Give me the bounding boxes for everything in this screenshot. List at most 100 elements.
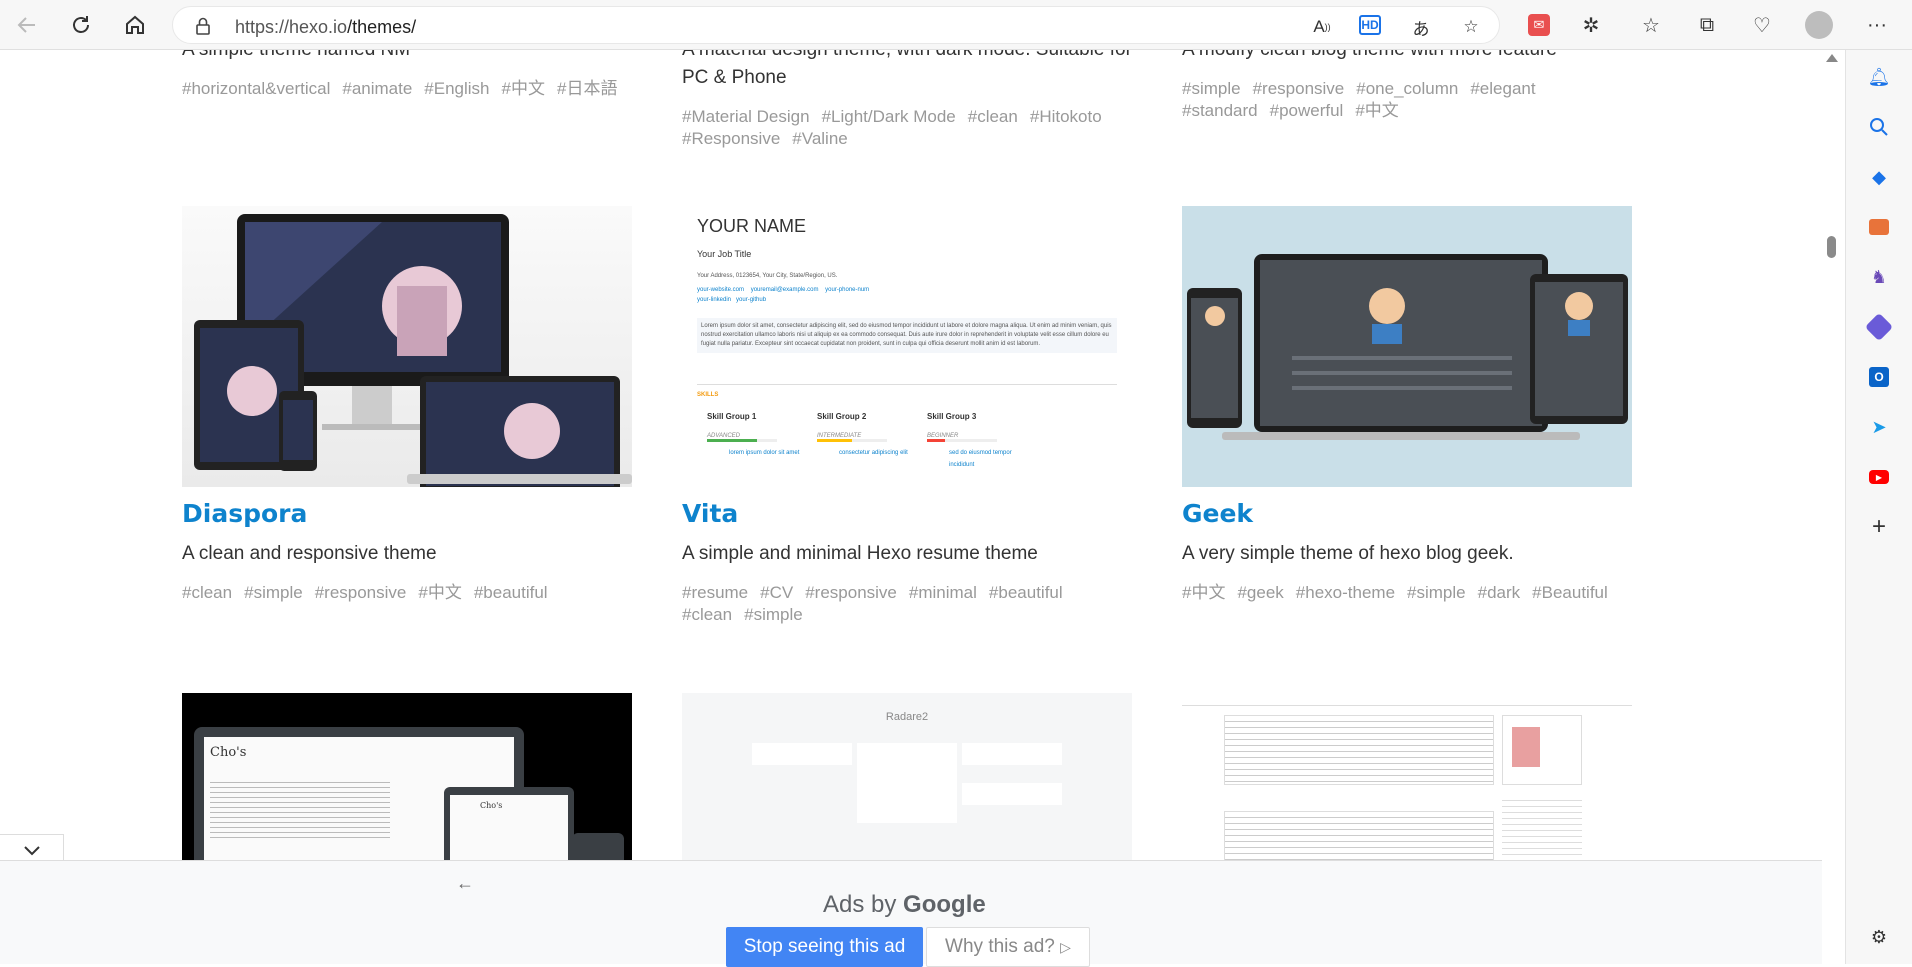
vita-skill-group-3: Skill Group 3 BEGINNER sed do eiusmod te… [927, 412, 1037, 471]
tag[interactable]: #simple [244, 582, 303, 604]
tag[interactable]: #中文 [502, 78, 545, 100]
tag[interactable]: #responsive [315, 582, 407, 604]
tag[interactable]: #animate [342, 78, 412, 100]
refresh-button[interactable] [64, 8, 98, 42]
vita-job: Your Job Title [697, 249, 752, 259]
tag[interactable]: #minimal [909, 582, 977, 604]
vita-skill-group-2: Skill Group 2 INTERMEDIATE consectetur a… [817, 412, 927, 459]
tag[interactable]: #simple [744, 604, 803, 626]
tag[interactable]: #Material Design [682, 106, 810, 128]
theme-title-link[interactable]: Diaspora [182, 499, 632, 528]
theme-title-link[interactable]: Vita [682, 499, 1132, 528]
extension-red-button[interactable]: ✉ [1522, 8, 1556, 42]
scroll-thumb[interactable] [1827, 236, 1836, 258]
back-button[interactable] [10, 8, 44, 42]
chos-title: Cho's [210, 745, 247, 760]
tag[interactable]: #中文 [418, 582, 461, 604]
radare2-title: Radare2 [885, 711, 929, 723]
puzzle-icon: ✲ [1582, 14, 1600, 37]
chos-screenshot[interactable]: Cho's Cho's [182, 693, 632, 860]
extensions-button[interactable]: ✲ [1574, 8, 1608, 42]
tag[interactable]: #中文 [1182, 582, 1225, 604]
profile-button[interactable] [1802, 8, 1836, 42]
tag[interactable]: #English [424, 78, 489, 100]
themes-page: A simple theme named NM #horizontal&vert… [0, 50, 1822, 860]
favorites-button[interactable]: ☆ [1634, 8, 1668, 42]
scroll-up-arrow-icon[interactable] [1826, 54, 1838, 62]
radare2-screenshot[interactable]: Radare2 [682, 693, 1132, 860]
browser-toolbar: https://hexo.io/themes/ A)) HD あ ☆ ✉ ✲ ☆… [0, 0, 1912, 50]
tag[interactable]: #responsive [1253, 78, 1345, 100]
tag[interactable]: #日本語 [557, 78, 617, 100]
skill-chip: eiusmod [968, 450, 992, 456]
skill-group-title: Skill Group 1 [707, 412, 757, 421]
tag[interactable]: #horizontal&vertical [182, 78, 330, 100]
stop-seeing-ad-label: Stop seeing this ad [743, 936, 906, 957]
tag[interactable]: #simple [1407, 582, 1466, 604]
tag[interactable]: #resume [682, 582, 748, 604]
theme-card-material: A material design theme, with dark mode.… [682, 50, 1132, 150]
theme-tags: #clean #simple #responsive #中文 #beautiful [182, 582, 632, 604]
favorite-star-icon[interactable]: ☆ [1459, 15, 1483, 39]
browser-essentials-button[interactable]: ♡ [1745, 8, 1779, 42]
tag[interactable]: #simple [1182, 78, 1241, 100]
tag[interactable]: #standard [1182, 100, 1258, 122]
tag[interactable]: #Responsive [682, 128, 780, 150]
vita-screenshot[interactable]: YOUR NAME Your Job Title Your Address, 0… [682, 206, 1132, 487]
tag[interactable]: #Light/Dark Mode [822, 106, 956, 128]
tag[interactable]: #responsive [805, 582, 897, 604]
shopping-tag-icon[interactable]: ◆ [1866, 164, 1892, 190]
read-aloud-icon[interactable]: A)) [1310, 15, 1334, 39]
tag[interactable]: #dark [1478, 582, 1521, 604]
tag[interactable]: #beautiful [474, 582, 548, 604]
theme-description: A modify clean blog theme with more feat… [1182, 50, 1632, 64]
tag[interactable]: #geek [1237, 582, 1283, 604]
collections-button[interactable]: ⧉ [1690, 8, 1724, 42]
hd-icon[interactable]: HD [1359, 15, 1381, 35]
address-bar[interactable]: https://hexo.io/themes/ A)) HD あ ☆ [172, 6, 1500, 44]
tools-briefcase-icon[interactable] [1866, 214, 1892, 240]
gear-icon[interactable]: ⚙ [1866, 924, 1892, 950]
diaspora-screenshot[interactable] [182, 206, 632, 487]
tag[interactable]: #Valine [792, 128, 847, 150]
outlook-icon[interactable]: O [1866, 364, 1892, 390]
settings-more-button[interactable]: ··· [1860, 8, 1894, 42]
ad-back-arrow-icon[interactable]: ← [456, 873, 474, 894]
geek-screenshot[interactable] [1182, 206, 1632, 487]
translate-icon[interactable]: あ [1409, 15, 1433, 39]
tag[interactable]: #one_column [1356, 78, 1458, 100]
vita-skills-label: SKILLS [697, 392, 719, 398]
skill-chip: consectetur [839, 450, 871, 456]
bell-icon[interactable]: 🔔︎ [1866, 64, 1892, 90]
home-button[interactable] [118, 8, 152, 42]
ads-by-google-label: Ads by Google [823, 891, 986, 919]
tag[interactable]: #Hitokoto [1030, 106, 1102, 128]
tag[interactable]: #powerful [1270, 100, 1344, 122]
send-plane-icon[interactable]: ➤ [1866, 414, 1892, 440]
tag[interactable]: #beautiful [989, 582, 1063, 604]
chos-title-small: Cho's [480, 801, 503, 810]
stop-seeing-ad-button[interactable]: Stop seeing this ad [726, 927, 923, 967]
tag[interactable]: #Beautiful [1532, 582, 1608, 604]
games-icon[interactable]: ♞ [1866, 264, 1892, 290]
tag[interactable]: #CV [760, 582, 793, 604]
device-mockup-image [194, 214, 632, 487]
add-icon[interactable]: + [1866, 513, 1892, 540]
tag[interactable]: #hexo-theme [1296, 582, 1395, 604]
tag[interactable]: #clean [968, 106, 1018, 128]
vita-linkedin: your-linkedin [697, 297, 732, 303]
theme-title-link[interactable]: Geek [1182, 499, 1632, 528]
tag[interactable]: #clean [682, 604, 732, 626]
copilot-icon[interactable] [1864, 312, 1894, 342]
page-scrollbar[interactable] [1822, 50, 1842, 860]
youtube-icon[interactable]: ▶ [1866, 464, 1892, 490]
theme-card-vita: Vita A simple and minimal Hexo resume th… [682, 499, 1132, 626]
tag[interactable]: #clean [182, 582, 232, 604]
search-icon[interactable] [1866, 114, 1892, 140]
tag[interactable]: #中文 [1355, 100, 1398, 122]
why-this-ad-button[interactable]: Why this ad? ▷ [926, 927, 1090, 967]
vita-github: your-github [736, 297, 767, 303]
tag[interactable]: #elegant [1470, 78, 1535, 100]
blog-screenshot[interactable] [1182, 693, 1632, 860]
red-extension-icon: ✉ [1528, 14, 1550, 36]
